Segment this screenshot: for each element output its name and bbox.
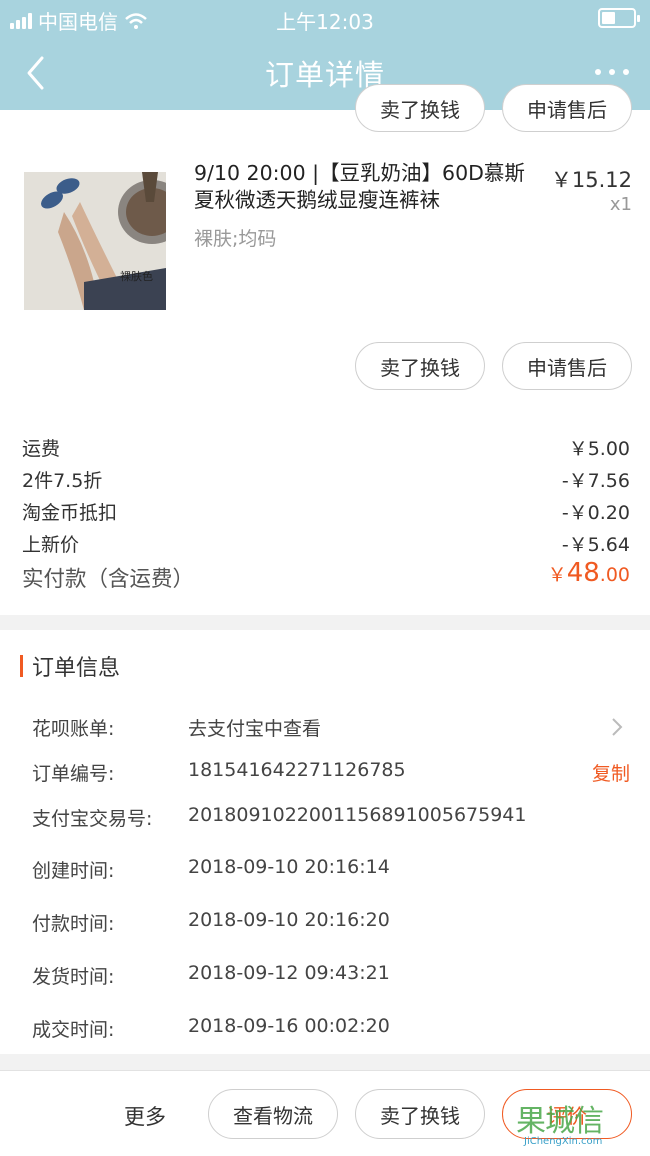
total-amount: ￥48.00: [547, 558, 630, 588]
watermark: 果城信 JiChengXin.com: [516, 1096, 636, 1154]
product-image[interactable]: 裸肤色: [24, 172, 166, 310]
order-info-heading: 订单信息: [20, 652, 120, 681]
view-logistics-button[interactable]: 查看物流: [208, 1089, 338, 1139]
more-options-icon[interactable]: [592, 60, 632, 84]
product-title[interactable]: 9/10 20:00 |【豆乳奶油】60D慕斯夏秋微透天鹅绒显瘦连裤袜: [194, 160, 539, 214]
watermark-logo: 果城信: [516, 1104, 604, 1139]
sell-for-cash-button-top[interactable]: 卖了换钱: [355, 84, 485, 132]
more-button[interactable]: 更多: [124, 1101, 166, 1131]
fee-row-discount: 2件7.5折 -￥7.56: [22, 466, 630, 493]
fee-value: -￥7.56: [561, 470, 630, 492]
clock: 上午12:03: [276, 10, 374, 34]
watermark-url: JiChengXin.com: [524, 1136, 603, 1147]
fee-row-shipping: 运费 ￥5.00: [22, 434, 630, 461]
fee-label: 2件7.5折: [22, 470, 103, 492]
image-caption: 裸肤色: [120, 270, 153, 283]
after-sales-button[interactable]: 申请售后: [502, 342, 632, 390]
product-sku: 裸肤;均码: [194, 228, 277, 250]
product-card: 卖了换钱 申请售后 裸肤色 9/10 20:00 |【豆乳奶油】60D慕斯夏秋微…: [0, 84, 650, 615]
total-label: 实付款（含运费）: [22, 567, 195, 592]
fee-row-coin: 淘金币抵扣 -￥0.20: [22, 498, 630, 525]
sell-for-cash-button[interactable]: 卖了换钱: [355, 342, 485, 390]
sell-for-cash-button-bottom[interactable]: 卖了换钱: [355, 1089, 485, 1139]
total-row: 实付款（含运费） ￥48.00: [22, 558, 630, 593]
fee-value: ￥5.00: [568, 438, 630, 460]
product-price: ￥15.12: [550, 168, 632, 192]
fee-label: 运费: [22, 438, 61, 460]
fee-row-new-price: 上新价 -￥5.64: [22, 530, 630, 557]
heading-accent-bar: [20, 655, 23, 677]
order-info-section: 订单信息 花呗账单: 去支付宝中查看 订单编号: 181541642271126…: [0, 630, 650, 1054]
chevron-right-icon: [612, 718, 623, 736]
status-bar: 中国电信 上午12:03: [0, 0, 650, 36]
copy-button[interactable]: 复制: [592, 759, 630, 786]
fee-label: 淘金币抵扣: [22, 502, 118, 524]
fee-value: -￥0.20: [561, 502, 630, 524]
fee-value: -￥5.64: [561, 534, 630, 556]
battery-icon: [598, 8, 640, 28]
product-quantity: x1: [609, 194, 632, 215]
fee-label: 上新价: [22, 534, 80, 556]
bottom-action-bar: 更多 查看物流 卖了换钱 评价 果城信 JiChengXin.com: [0, 1070, 650, 1156]
after-sales-button-top[interactable]: 申请售后: [502, 84, 632, 132]
